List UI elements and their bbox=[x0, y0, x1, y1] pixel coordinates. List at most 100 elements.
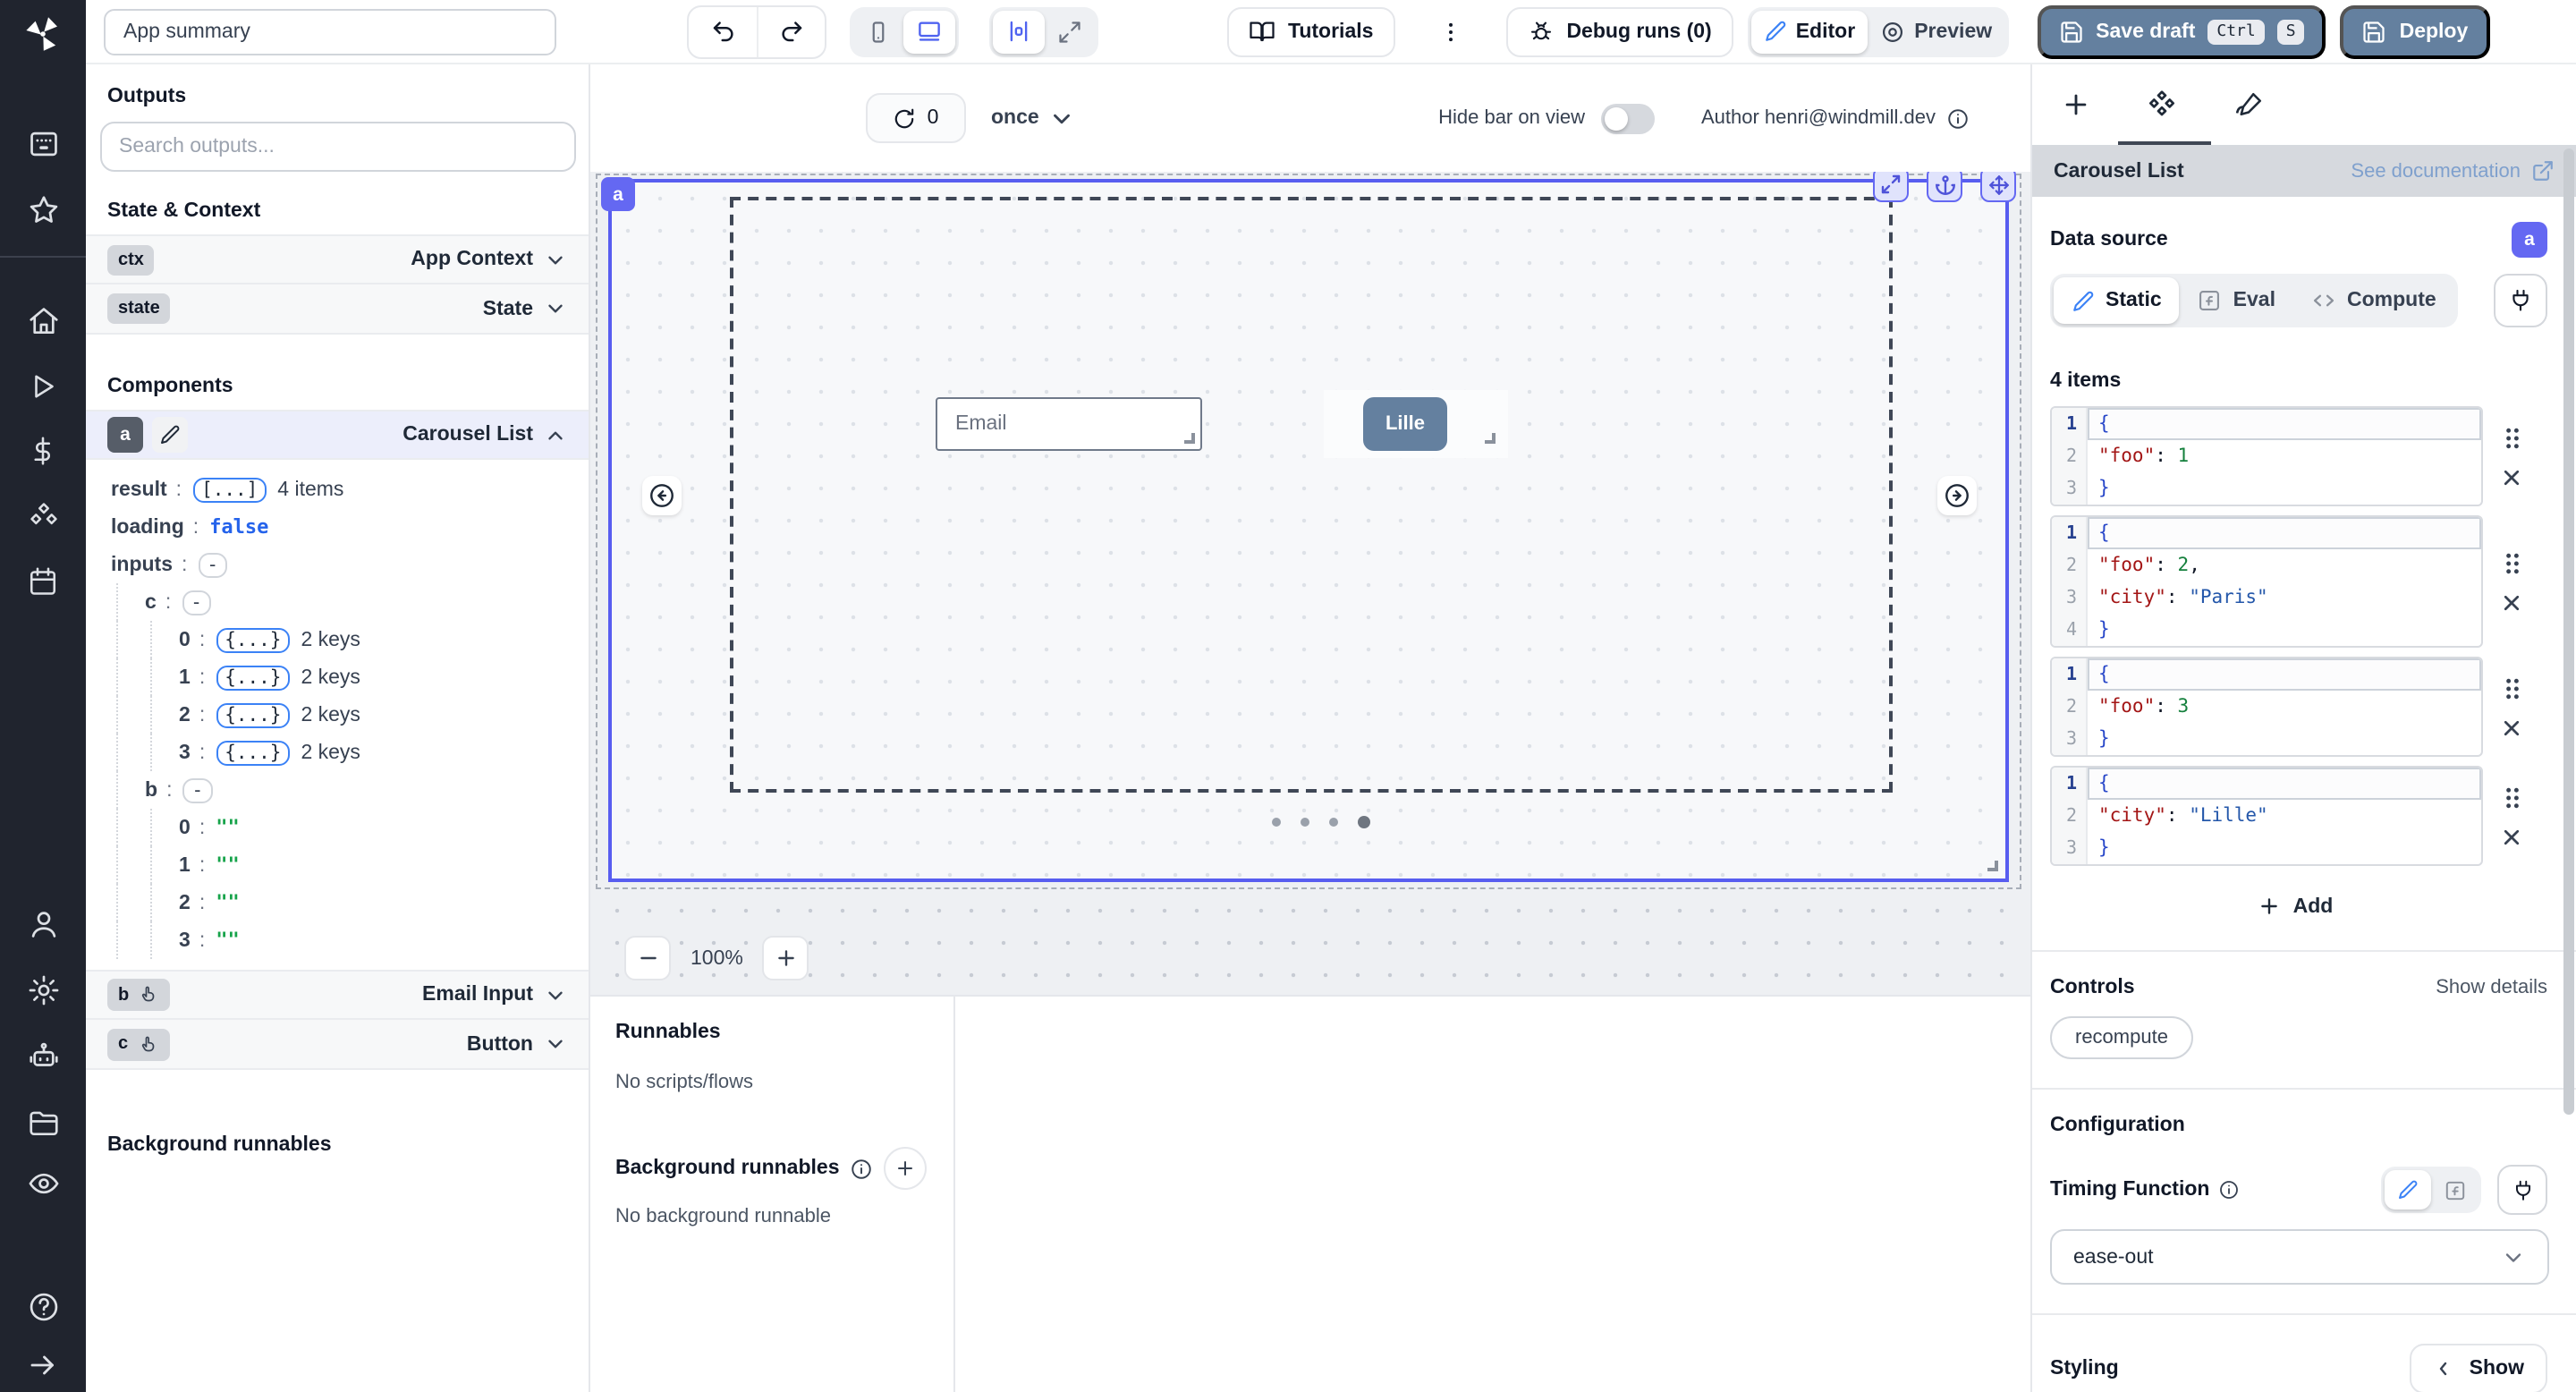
deploy-button[interactable]: Deploy bbox=[2341, 4, 2490, 58]
see-documentation-link[interactable]: See documentation bbox=[2351, 159, 2555, 182]
info-icon[interactable] bbox=[2218, 1179, 2240, 1201]
tree-row[interactable]: 3:"" bbox=[111, 921, 589, 959]
component-b-row[interactable]: b Email Input bbox=[86, 970, 589, 1020]
tree-row[interactable]: result:[...]4 items bbox=[111, 471, 589, 508]
zoom-in-button[interactable] bbox=[763, 936, 809, 980]
ctx-row[interactable]: ctx App Context bbox=[86, 234, 589, 284]
carousel-next-button[interactable] bbox=[1937, 476, 1977, 515]
component-settings-tab-icon[interactable] bbox=[2145, 88, 2179, 122]
settings-gear-icon[interactable] bbox=[26, 973, 60, 1007]
tree-row[interactable]: 1:{...}2 keys bbox=[111, 658, 589, 696]
info-icon[interactable] bbox=[1946, 106, 1970, 130]
move-component-icon[interactable] bbox=[1980, 172, 2016, 202]
hide-bar-toggle[interactable] bbox=[1601, 103, 1655, 133]
carousel-dot[interactable] bbox=[1358, 816, 1370, 828]
variables-dollar-icon[interactable] bbox=[27, 435, 59, 467]
compute-mode-button[interactable]: Compute bbox=[2293, 277, 2454, 324]
drag-handle-icon[interactable] bbox=[2502, 550, 2521, 575]
center-layout-button[interactable] bbox=[993, 10, 1045, 53]
editor-tab[interactable]: Editor bbox=[1751, 10, 1868, 53]
refresh-button[interactable]: 0 bbox=[866, 93, 966, 143]
json-editor[interactable]: 1{2 "city": "Lille"3} bbox=[2050, 766, 2483, 866]
show-details-link[interactable]: Show details bbox=[2436, 977, 2547, 998]
tree-row[interactable]: 2:{...}2 keys bbox=[111, 696, 589, 734]
apps-icon[interactable] bbox=[26, 127, 60, 161]
desktop-view-button[interactable] bbox=[903, 10, 955, 53]
debug-runs-button[interactable]: Debug runs (0) bbox=[1505, 6, 1733, 56]
home-icon[interactable] bbox=[26, 304, 60, 338]
add-background-runnable-button[interactable] bbox=[885, 1147, 928, 1190]
redo-button[interactable] bbox=[757, 6, 825, 56]
delete-item-icon[interactable] bbox=[2501, 826, 2522, 847]
eval-mode-button[interactable]: Eval bbox=[2180, 277, 2293, 324]
add-item-button[interactable]: Add bbox=[2050, 895, 2540, 918]
recompute-button[interactable]: recompute bbox=[2050, 1016, 2193, 1059]
pencil-icon[interactable] bbox=[152, 417, 188, 453]
tree-row[interactable]: 1:"" bbox=[111, 846, 589, 884]
function-square-icon[interactable] bbox=[2431, 1170, 2478, 1210]
mobile-view-button[interactable] bbox=[853, 10, 903, 53]
windmill-logo-icon[interactable] bbox=[21, 13, 64, 55]
fullwidth-layout-button[interactable] bbox=[1045, 10, 1095, 53]
timing-function-select[interactable]: ease-out bbox=[2050, 1229, 2549, 1285]
info-icon[interactable] bbox=[851, 1157, 874, 1180]
preview-tab[interactable]: Preview bbox=[1868, 10, 2004, 53]
folders-icon[interactable] bbox=[26, 1106, 60, 1140]
tree-row[interactable]: 2:"" bbox=[111, 884, 589, 921]
email-input-component[interactable]: Email bbox=[936, 397, 1202, 451]
json-editor[interactable]: 1{2 "foo": 13} bbox=[2050, 406, 2483, 506]
search-outputs-input[interactable] bbox=[99, 122, 575, 172]
resize-handle[interactable] bbox=[1485, 433, 1496, 444]
workers-robot-icon[interactable] bbox=[26, 1040, 60, 1074]
more-options-icon[interactable] bbox=[1430, 19, 1470, 44]
component-c-row[interactable]: c Button bbox=[86, 1020, 589, 1070]
collapse-arrow-icon[interactable] bbox=[27, 1349, 59, 1381]
tree-row[interactable]: 0:"" bbox=[111, 809, 589, 846]
connect-plug-icon[interactable] bbox=[2494, 274, 2547, 327]
json-editor[interactable]: 1{2 "foo": 33} bbox=[2050, 657, 2483, 757]
carousel-component-selected[interactable]: Email Lille bbox=[608, 179, 2009, 882]
undo-button[interactable] bbox=[689, 6, 757, 56]
tree-row[interactable]: inputs:- bbox=[111, 546, 589, 583]
insert-component-tab-plus-icon[interactable] bbox=[2061, 89, 2091, 120]
audit-eye-icon[interactable] bbox=[26, 1167, 60, 1201]
run-frequency-select[interactable]: once bbox=[991, 105, 1075, 132]
state-row[interactable]: state State bbox=[86, 284, 589, 335]
carousel-inner-container[interactable] bbox=[730, 197, 1893, 793]
connect-plug-icon[interactable] bbox=[2497, 1165, 2547, 1215]
tree-row[interactable]: 3:{...}2 keys bbox=[111, 734, 589, 771]
favorites-star-icon[interactable] bbox=[26, 193, 60, 227]
carousel-dot[interactable] bbox=[1329, 818, 1338, 827]
component-a-row[interactable]: a Carousel List bbox=[86, 410, 589, 460]
resize-handle[interactable] bbox=[1987, 861, 1998, 871]
styling-tab-brush-icon[interactable] bbox=[2233, 89, 2265, 121]
app-summary-input[interactable] bbox=[104, 8, 556, 55]
panel-scrollbar[interactable] bbox=[2563, 149, 2574, 1115]
tutorials-button[interactable]: Tutorials bbox=[1227, 6, 1394, 56]
users-icon[interactable] bbox=[26, 907, 60, 941]
static-pen-icon[interactable] bbox=[2385, 1170, 2431, 1210]
resources-boxes-icon[interactable] bbox=[26, 499, 60, 533]
resize-handle[interactable] bbox=[1184, 433, 1195, 444]
styling-show-button[interactable]: Show bbox=[2411, 1344, 2547, 1392]
tree-row[interactable]: loading:false bbox=[111, 508, 589, 546]
schedules-calendar-icon[interactable] bbox=[27, 565, 59, 598]
runs-play-icon[interactable] bbox=[27, 370, 59, 403]
carousel-dot[interactable] bbox=[1301, 818, 1309, 827]
drag-handle-icon[interactable] bbox=[2502, 675, 2521, 700]
tree-row[interactable]: b:- bbox=[111, 771, 589, 809]
lille-button-component[interactable]: Lille bbox=[1363, 397, 1447, 451]
json-editor[interactable]: 1{2 "foo": 2,3 "city": "Paris"4} bbox=[2050, 515, 2483, 648]
save-draft-button[interactable]: Save draft Ctrl S bbox=[2037, 4, 2326, 58]
expand-component-icon[interactable] bbox=[1873, 172, 1909, 202]
delete-item-icon[interactable] bbox=[2501, 591, 2522, 613]
help-icon[interactable] bbox=[26, 1290, 60, 1324]
drag-handle-icon[interactable] bbox=[2502, 425, 2521, 450]
anchor-icon[interactable] bbox=[1927, 172, 1962, 202]
delete-item-icon[interactable] bbox=[2501, 466, 2522, 488]
app-canvas[interactable]: Email Lille a bbox=[590, 172, 2030, 995]
drag-handle-icon[interactable] bbox=[2502, 785, 2521, 810]
static-mode-button[interactable]: Static bbox=[2054, 277, 2180, 324]
carousel-prev-button[interactable] bbox=[642, 476, 682, 515]
carousel-dot[interactable] bbox=[1272, 818, 1281, 827]
